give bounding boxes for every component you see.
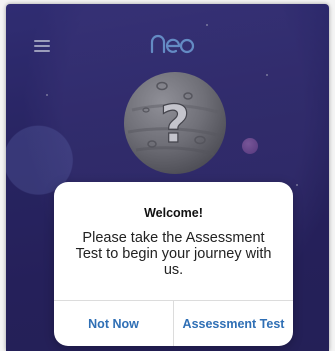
not-now-button[interactable]: Not Now (54, 301, 173, 346)
device-frame: ? Welcome! Please take the Assessment Te… (0, 0, 335, 351)
assessment-test-button[interactable]: Assessment Test (173, 301, 293, 346)
dialog-message: Please take the Assessment Test to begin… (75, 230, 272, 278)
app-screen: ? Welcome! Please take the Assessment Te… (6, 4, 329, 351)
dialog-title: Welcome! (144, 206, 203, 220)
dialog-actions: Not Now Assessment Test (54, 300, 293, 346)
welcome-dialog: Welcome! Please take the Assessment Test… (54, 182, 293, 346)
